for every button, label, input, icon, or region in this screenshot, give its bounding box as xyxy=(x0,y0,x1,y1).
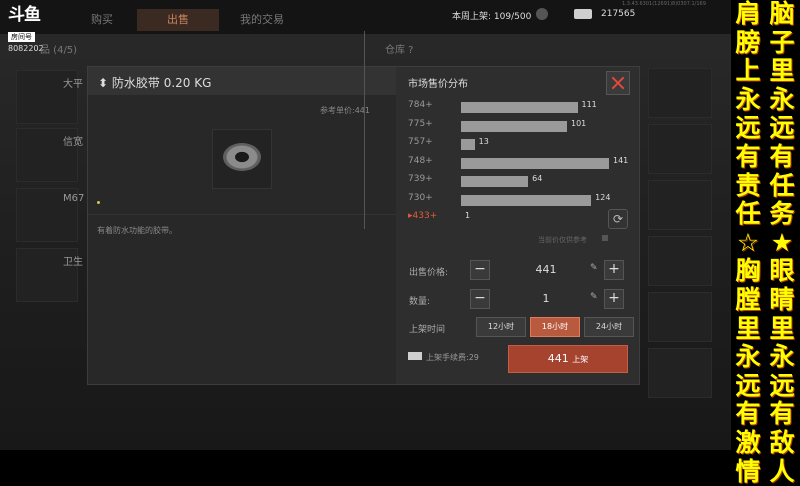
market-title: 市场售价分布 xyxy=(408,79,468,90)
price-distribution-row[interactable]: 730+ 124 xyxy=(404,192,634,208)
quantity-input[interactable]: 1 xyxy=(492,292,600,305)
price-tier-label: 730+ xyxy=(408,192,433,203)
right-item-slot[interactable] xyxy=(648,124,712,174)
hint-checkbox[interactable] xyxy=(602,235,608,241)
time-18h-button[interactable]: 18小时 xyxy=(530,317,580,337)
price-input[interactable]: 441 xyxy=(492,263,600,276)
stream-banner: 肩膀上永远有责任 ☆ 胸膛里永远有激情 脑子里永远有任务 ★ 眼睛里永远有敌人 xyxy=(731,0,800,485)
left-item-slot[interactable]: M67 xyxy=(16,188,84,242)
quantity-plus-button[interactable]: + xyxy=(604,289,624,309)
price-plus-button[interactable]: + xyxy=(604,260,624,280)
listing-fee: 上架手续费:29 xyxy=(426,353,479,362)
quantity-row: 数量: − 1 ✎ + xyxy=(404,289,630,309)
price-tier-bar xyxy=(461,120,567,132)
tab-sell[interactable]: 出售 xyxy=(137,9,219,31)
price-distribution-row[interactable]: 757+ 13 xyxy=(404,136,634,152)
price-tier-count: 13 xyxy=(478,137,489,146)
edit-icon[interactable]: ✎ xyxy=(590,292,598,302)
tab-buy[interactable]: 购买 xyxy=(82,9,122,31)
right-item-slot[interactable] xyxy=(648,180,712,230)
tape-icon xyxy=(223,143,261,171)
listing-time-row: 上架时间 12小时 18小时 24小时 xyxy=(404,317,634,337)
price-tier-bar xyxy=(461,157,609,169)
weekly-listings: 本周上架: 109/500 xyxy=(452,12,532,22)
price-tier-label: 748+ xyxy=(408,155,433,166)
coin-icon xyxy=(536,8,548,20)
close-button[interactable] xyxy=(606,71,630,95)
game-screen: 购买 出售 我的交易 本周上架: 109/500 217565 1.3.43.6… xyxy=(0,0,731,450)
price-tier-label: 784+ xyxy=(408,100,433,110)
top-bar: 购买 出售 我的交易 本周上架: 109/500 217565 1.3.43.6… xyxy=(0,0,731,34)
price-distribution-row[interactable]: ▸433+ 1 xyxy=(404,210,634,226)
right-item-slot[interactable] xyxy=(648,292,712,342)
price-tier-bar xyxy=(461,194,592,206)
price-row: 出售价格: − 441 ✎ + xyxy=(404,260,630,280)
price-tier-count: 64 xyxy=(532,174,543,183)
price-distribution-row[interactable]: 748+ 141 xyxy=(404,155,634,171)
time-24h-button[interactable]: 24小时 xyxy=(584,317,634,337)
right-item-slot[interactable] xyxy=(648,68,712,118)
price-tier-count: 1 xyxy=(465,211,471,220)
price-distribution-row[interactable]: 739+ 64 xyxy=(404,173,634,189)
item-image xyxy=(212,129,272,189)
left-item-slot[interactable]: 卫生 xyxy=(16,248,83,302)
indicator-dot xyxy=(97,201,100,204)
price-tier-label: 775+ xyxy=(408,118,433,129)
price-tier-bar xyxy=(461,176,529,187)
price-tier-count: 111 xyxy=(581,100,597,109)
left-item-slot[interactable]: 大平 xyxy=(16,70,83,124)
version-text: 1.3.43.6301(12691)8)0307.1/169 xyxy=(622,1,706,7)
banner-right-column: 脑子里永远有任务 ★ 眼睛里永远有敌人 xyxy=(769,0,795,486)
time-12h-button[interactable]: 12小时 xyxy=(476,317,526,337)
quantity-minus-button[interactable]: − xyxy=(470,289,490,309)
price-tier-bar xyxy=(461,102,578,113)
left-item-count: 品 (4/5) xyxy=(40,45,78,56)
price-minus-button[interactable]: − xyxy=(470,260,490,280)
item-detail-pane: ⬍ 防水胶带 0.20 KG 参考单价:441 有着防水功能的胶带。 xyxy=(88,67,396,384)
item-title: ⬍ 防水胶带 0.20 KG xyxy=(98,76,212,90)
list-item-button[interactable]: 441 上架 xyxy=(508,345,628,373)
price-tier-label: 757+ xyxy=(408,137,433,147)
price-distribution-row[interactable]: 775+ 101 xyxy=(404,118,634,134)
reference-price: 参考单价:441 xyxy=(320,106,370,115)
tab-my-trades[interactable]: 我的交易 xyxy=(232,9,292,31)
price-tier-count: 141 xyxy=(613,155,629,165)
item-description: 有着防水功能的胶带。 xyxy=(97,226,177,235)
price-distribution-row[interactable]: 784+ 111 xyxy=(404,99,634,115)
right-item-slot[interactable] xyxy=(648,348,712,398)
price-tier-count: 101 xyxy=(571,118,587,128)
weight-icon: ⬍ xyxy=(98,76,109,90)
refresh-button[interactable]: ⟳ xyxy=(608,209,628,229)
edit-icon[interactable]: ✎ xyxy=(590,263,598,273)
right-item-slot[interactable] xyxy=(648,236,712,286)
cash-icon xyxy=(574,9,592,19)
price-hint: 当前价仅供参考 xyxy=(538,236,587,244)
market-pane: 市场售价分布 784+ 111 775+ 101 757+ 13 748+ 141 739+ 64… xyxy=(396,67,639,384)
douyu-logo: 斗鱼 房间号 8082202 xyxy=(8,5,44,53)
banner-left-column: 肩膀上永远有责任 ☆ 胸膛里永远有激情 xyxy=(735,0,761,486)
warehouse-title: 仓库 ? xyxy=(385,45,414,56)
left-item-slot[interactable]: 信宽 xyxy=(16,128,83,182)
cash-icon xyxy=(408,352,422,360)
money-balance: 217565 xyxy=(601,9,636,19)
price-tier-bar xyxy=(461,139,475,150)
price-tier-label: ▸433+ xyxy=(408,211,438,221)
price-tier-count: 124 xyxy=(595,192,611,202)
price-tier-label: 739+ xyxy=(408,174,433,184)
